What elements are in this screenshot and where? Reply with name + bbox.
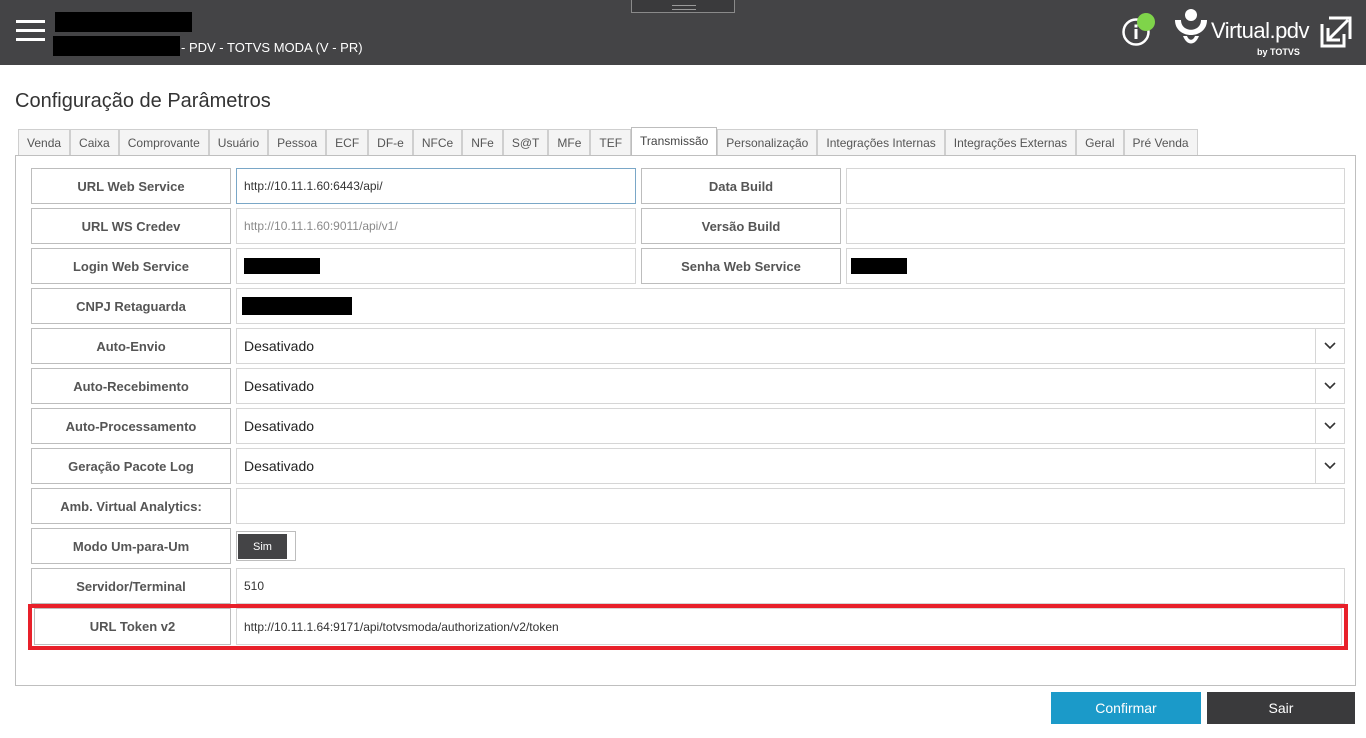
exit-button[interactable]: Sair: [1207, 692, 1355, 724]
url-token-v2-label: URL Token v2: [34, 608, 231, 645]
chevron-down-icon: [1315, 369, 1344, 403]
cnpj-retaguarda-input[interactable]: [236, 288, 1345, 324]
tab-integracoes-internas[interactable]: Integrações Internas: [817, 129, 945, 155]
url-ws-credev-label: URL WS Credev: [31, 208, 231, 244]
chevron-down-icon: [1315, 449, 1344, 483]
tab-nfe[interactable]: NFe: [462, 129, 503, 155]
tab-df-e[interactable]: DF-e: [368, 129, 413, 155]
login-web-service-label: Login Web Service: [31, 248, 231, 284]
virtual-pdv-logo: Virtual.pdv by TOTVS: [1171, 6, 1310, 60]
tab-tef[interactable]: TEF: [590, 129, 632, 155]
geracao-pacote-log-label: Geração Pacote Log: [31, 448, 231, 484]
url-web-service-input[interactable]: http://10.11.1.60:6443/api/: [236, 168, 636, 204]
tab-nfce[interactable]: NFCe: [412, 129, 463, 155]
geracao-pacote-log-select[interactable]: Desativado: [236, 448, 1345, 484]
modo-um-para-um-label: Modo Um-para-Um: [31, 528, 231, 564]
versao-build-field: [846, 208, 1345, 244]
amb-virtual-analytics-label: Amb. Virtual Analytics:: [31, 488, 231, 524]
cnpj-retaguarda-label: CNPJ Retaguarda: [31, 288, 231, 324]
logo-by-text: by TOTVS: [1257, 47, 1300, 57]
auto-envio-label: Auto-Envio: [31, 328, 231, 364]
amb-virtual-analytics-input[interactable]: [236, 488, 1345, 524]
tab-ecf[interactable]: ECF: [326, 129, 369, 155]
tab-mfe[interactable]: MFe: [548, 129, 591, 155]
tab-pessoa[interactable]: Pessoa: [268, 129, 327, 155]
auto-processamento-select[interactable]: Desativado: [236, 408, 1345, 444]
online-status-dot: [1137, 13, 1155, 31]
modo-um-para-um-toggle[interactable]: Sim: [236, 531, 296, 561]
chevron-down-icon: [1315, 409, 1344, 443]
senha-web-service-input[interactable]: [846, 248, 1345, 284]
hamburger-menu-icon[interactable]: [16, 20, 45, 42]
redacted-store-name: [55, 12, 192, 32]
tab-pre-venda[interactable]: Pré Venda: [1123, 129, 1198, 155]
tab-transmissao[interactable]: Transmissão: [631, 127, 718, 156]
auto-recebimento-value: Desativado: [244, 378, 315, 394]
auto-processamento-value: Desativado: [244, 418, 315, 434]
logo-text: Virtual.pdv: [1211, 18, 1310, 43]
auto-processamento-label: Auto-Processamento: [31, 408, 231, 444]
redacted-login: [244, 258, 320, 274]
versao-build-label: Versão Build: [641, 208, 841, 244]
tab-usuario[interactable]: Usuário: [208, 129, 269, 155]
chevron-down-icon: [1315, 329, 1344, 363]
redacted-password: [851, 258, 907, 274]
url-token-v2-input[interactable]: http://10.11.1.64:9171/api/totvsmoda/aut…: [236, 608, 1342, 645]
url-ws-credev-input[interactable]: http://10.11.1.60:9011/api/v1/: [236, 208, 636, 244]
tab-sat[interactable]: S@T: [502, 129, 549, 155]
top-bar: - PDV - TOTVS MODA (V - PR) Virtual.pdv …: [0, 0, 1366, 65]
servidor-terminal-input[interactable]: 510: [236, 568, 1345, 604]
auto-recebimento-select[interactable]: Desativado: [236, 368, 1345, 404]
tab-personalizacao[interactable]: Personalização: [717, 129, 818, 155]
auto-envio-select[interactable]: Desativado: [236, 328, 1345, 364]
toggle-on-label: Sim: [238, 534, 287, 559]
tab-geral[interactable]: Geral: [1076, 129, 1124, 155]
auto-recebimento-label: Auto-Recebimento: [31, 368, 231, 404]
redacted-cnpj: [242, 297, 352, 315]
confirm-button[interactable]: Confirmar: [1051, 692, 1201, 724]
logo-mark-icon: [1175, 9, 1207, 44]
tab-caixa[interactable]: Caixa: [70, 129, 119, 155]
window-drag-handle[interactable]: [631, 0, 735, 13]
exit-window-icon[interactable]: [1320, 16, 1352, 48]
senha-web-service-label: Senha Web Service: [641, 248, 841, 284]
login-web-service-input[interactable]: [236, 248, 636, 284]
tab-venda[interactable]: Venda: [18, 129, 71, 155]
tab-comprovante[interactable]: Comprovante: [118, 129, 209, 155]
app-subtitle: - PDV - TOTVS MODA (V - PR): [181, 40, 363, 55]
redacted-store-code: [53, 36, 180, 56]
geracao-pacote-log-value: Desativado: [244, 458, 315, 474]
tab-integracoes-externas[interactable]: Integrações Externas: [944, 129, 1077, 155]
tab-bar: Venda Caixa Comprovante Usuário Pessoa E…: [18, 127, 1198, 156]
servidor-terminal-label: Servidor/Terminal: [31, 568, 231, 604]
data-build-field: [846, 168, 1345, 204]
url-web-service-label: URL Web Service: [31, 168, 231, 204]
auto-envio-value: Desativado: [244, 338, 315, 354]
page-title: Configuração de Parâmetros: [15, 90, 271, 112]
data-build-label: Data Build: [641, 168, 841, 204]
